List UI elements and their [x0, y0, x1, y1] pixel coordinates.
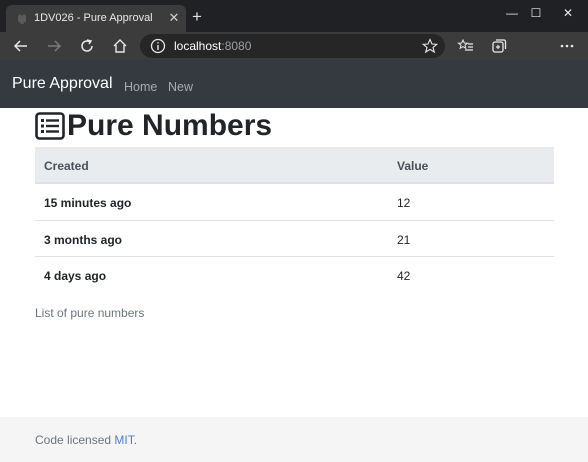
- numbers-table: Created Value 15 minutes ago 12 3 months…: [35, 147, 554, 294]
- created-cell: 4 days ago: [44, 269, 107, 283]
- table-row: 4 days ago 42: [35, 257, 554, 294]
- maximize-icon[interactable]: ☐: [520, 0, 552, 26]
- page-title: Pure Numbers: [67, 109, 273, 142]
- tab-close-icon[interactable]: ✕: [166, 10, 182, 26]
- table-header: Created Value: [35, 147, 554, 184]
- browser-toolbar: localhost:8080: [0, 32, 588, 60]
- info-icon[interactable]: [150, 38, 166, 54]
- browser-tabstrip: 1DV026 - Pure Approval ✕ + — ☐ ✕: [0, 0, 588, 32]
- value-cell: 42: [397, 269, 411, 283]
- url-port: :8080: [221, 39, 252, 53]
- more-icon[interactable]: [558, 37, 576, 55]
- list-icon: [35, 112, 65, 140]
- github-favicon-icon: [18, 14, 26, 24]
- created-cell: 3 months ago: [44, 232, 123, 247]
- star-icon[interactable]: [422, 38, 438, 54]
- page-heading: Pure Numbers: [35, 108, 272, 144]
- window-close-icon[interactable]: ✕: [552, 0, 584, 26]
- created-cell: 15 minutes ago: [44, 196, 132, 210]
- footer-license-text: Code licensed: [35, 433, 115, 447]
- browser-tab[interactable]: 1DV026 - Pure Approval ✕: [6, 5, 186, 32]
- refresh-icon[interactable]: [78, 37, 96, 55]
- back-icon[interactable]: [12, 37, 30, 55]
- page-footer: Code licensed MIT.: [0, 417, 588, 462]
- table-row: 15 minutes ago 12: [35, 184, 554, 221]
- mit-license-link[interactable]: MIT: [114, 433, 133, 447]
- favorites-icon[interactable]: [457, 37, 475, 55]
- home-icon[interactable]: [111, 37, 129, 55]
- new-tab-button[interactable]: +: [188, 8, 206, 26]
- footer-text: Code licensed MIT.: [35, 433, 137, 447]
- column-header-value: Value: [397, 159, 429, 173]
- nav-link-home[interactable]: Home: [124, 80, 157, 94]
- nav-link-new[interactable]: New: [168, 80, 193, 94]
- url-host: localhost: [174, 39, 222, 53]
- site-navbar: Pure Approval Home New: [0, 60, 588, 108]
- navbar-brand[interactable]: Pure Approval: [12, 75, 113, 93]
- tab-title: 1DV026 - Pure Approval: [34, 12, 153, 24]
- collections-icon[interactable]: [490, 37, 508, 55]
- table-row: 3 months ago 21: [35, 221, 554, 257]
- forward-icon[interactable]: [45, 37, 63, 55]
- table-caption: List of pure numbers: [35, 306, 145, 320]
- value-cell: 12: [397, 196, 411, 210]
- address-bar[interactable]: localhost:8080: [140, 34, 445, 58]
- column-header-created: Created: [44, 159, 89, 173]
- url-text: localhost:8080: [174, 39, 251, 53]
- footer-suffix: .: [133, 433, 138, 447]
- value-cell: 21: [397, 232, 411, 247]
